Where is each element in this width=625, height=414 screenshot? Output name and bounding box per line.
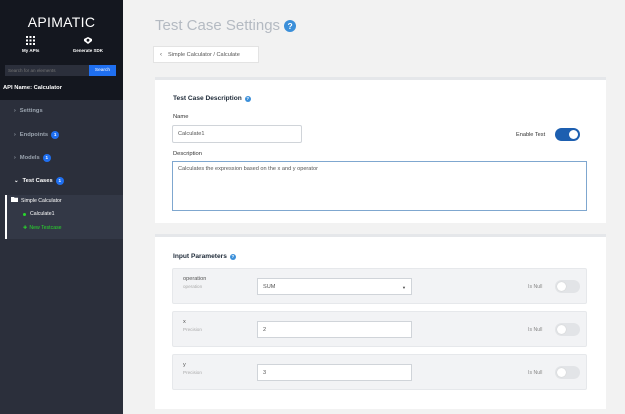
test-cases-count-badge: 1 — [55, 176, 64, 185]
param-row-x: x Precision Is Null — [172, 311, 587, 347]
endpoints-count-badge: 1 — [51, 130, 60, 139]
is-null-toggle-y[interactable] — [555, 366, 580, 379]
generate-sdk-link[interactable]: Generate SDK — [73, 36, 103, 53]
subtree-item-calculate1[interactable]: Calculate1 — [23, 211, 55, 217]
help-icon[interactable]: ? — [229, 253, 236, 260]
chevron-right-icon: › — [14, 107, 16, 114]
operation-select[interactable]: SUM ▼ — [257, 278, 412, 295]
nav-endpoints-label: Endpoints — [19, 131, 49, 138]
nav-settings-label: Settings — [19, 107, 43, 114]
subtree-group-simple-calculator[interactable]: Simple Calculator — [11, 197, 62, 204]
api-name: API Name: Calculator — [0, 76, 123, 100]
new-testcase-link[interactable]: ✚ New Testcase — [23, 225, 62, 231]
models-count-badge: 1 — [42, 153, 51, 162]
sdk-icon — [83, 36, 93, 47]
brand-header: APIMATIC My APIs Generate SDK — [0, 0, 123, 62]
is-null-label: Is Null — [528, 370, 543, 376]
x-input[interactable] — [257, 321, 412, 338]
sidebar-search: Search — [0, 62, 123, 76]
page-title-text: Test Case Settings — [155, 17, 281, 34]
back-breadcrumb-label: Simple Calculator / Calculate — [168, 51, 240, 58]
caret-down-icon: ▼ — [402, 285, 406, 290]
nav-test-cases[interactable]: ⌄ Test Cases 1 — [0, 175, 64, 186]
section-title: Test Case Description ? — [173, 95, 251, 102]
description-textarea[interactable]: Calculates the expression based on the x… — [172, 161, 587, 211]
name-label: Name — [173, 114, 189, 120]
param-type: Precision — [183, 327, 202, 332]
nav-endpoints[interactable]: › Endpoints 1 — [0, 129, 60, 140]
is-null-toggle-operation[interactable] — [555, 280, 580, 293]
chevron-right-icon: › — [14, 154, 16, 161]
toggle-knob — [569, 130, 578, 139]
param-type: operation — [183, 284, 203, 289]
generate-sdk-label: Generate SDK — [72, 48, 103, 53]
chevron-left-icon: ‹ — [160, 51, 162, 58]
toggle-knob — [557, 282, 566, 291]
sidebar: APIMATIC My APIs Generate SDK Search API… — [0, 0, 123, 414]
search-input[interactable] — [5, 65, 89, 76]
test-case-description-card: Test Case Description ? Name Enable Test… — [155, 77, 606, 223]
y-input[interactable] — [257, 364, 412, 381]
toggle-knob — [557, 368, 566, 377]
is-null-toggle-x[interactable] — [555, 323, 580, 336]
toggle-knob — [557, 325, 566, 334]
is-null-label: Is Null — [528, 327, 543, 333]
nav-test-cases-label: Test Cases — [22, 177, 53, 184]
param-type: Precision — [183, 370, 202, 375]
name-input[interactable] — [172, 125, 302, 143]
my-apis-link[interactable]: My APIs — [22, 36, 39, 53]
enable-test-label: Enable Test — [516, 132, 546, 138]
section-title: Input Parameters ? — [173, 253, 236, 260]
my-apis-label: My APIs — [22, 48, 40, 53]
brand-logo[interactable]: APIMATIC — [0, 14, 123, 30]
back-breadcrumb-button[interactable]: ‹ Simple Calculator / Calculate — [153, 46, 259, 63]
folder-icon — [11, 197, 18, 204]
input-parameters-card: Input Parameters ? operation operation S… — [155, 234, 606, 409]
status-dot-icon — [23, 212, 26, 216]
test-cases-subtree: Simple Calculator Calculate1 ✚ New Testc… — [5, 195, 123, 239]
help-icon[interactable]: ? — [244, 95, 251, 102]
plus-icon: ✚ — [23, 225, 28, 231]
grid-icon — [26, 36, 36, 47]
subtree-item-label: Calculate1 — [30, 211, 55, 217]
nav-settings[interactable]: › Settings — [0, 105, 43, 116]
new-testcase-label: New Testcase — [29, 225, 62, 231]
input-parameters-title: Input Parameters — [173, 253, 227, 260]
param-name: operation — [183, 276, 207, 282]
search-button[interactable]: Search — [89, 65, 116, 76]
description-label: Description — [173, 151, 202, 157]
chevron-down-icon: ⌄ — [14, 177, 19, 184]
param-name: x — [183, 319, 186, 325]
param-row-y: y Precision Is Null — [172, 354, 587, 390]
nav-models[interactable]: › Models 1 — [0, 152, 51, 163]
param-row-operation: operation operation SUM ▼ Is Null — [172, 268, 587, 304]
nav-models-label: Models — [19, 154, 40, 161]
chevron-right-icon: › — [14, 131, 16, 138]
is-null-label: Is Null — [528, 284, 543, 290]
operation-select-value: SUM — [263, 283, 276, 290]
page-title: Test Case Settings ? — [155, 17, 297, 34]
help-icon[interactable]: ? — [284, 19, 297, 32]
enable-test-toggle[interactable] — [555, 128, 580, 141]
param-name: y — [183, 362, 186, 368]
description-section-title: Test Case Description — [173, 95, 242, 102]
subtree-group-label: Simple Calculator — [21, 197, 62, 204]
